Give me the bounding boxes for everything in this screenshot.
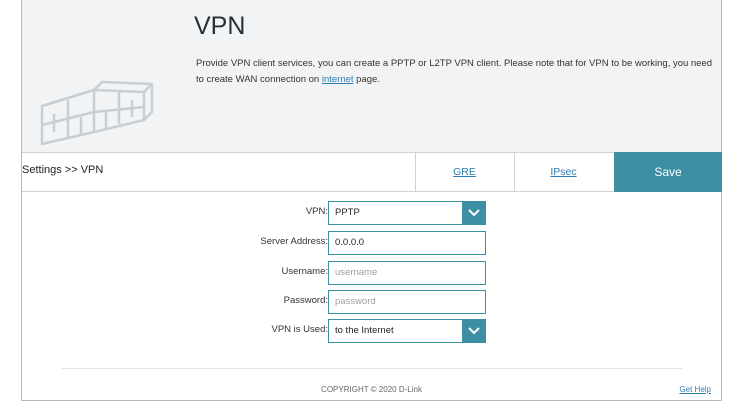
page-title: VPN <box>194 12 246 40</box>
server-address-label: Server Address: <box>260 236 328 247</box>
breadcrumb: Settings >> VPN <box>22 164 104 176</box>
username-input[interactable]: username <box>328 261 486 285</box>
brick-wall-icon <box>40 80 154 146</box>
get-help-link[interactable]: Get Help <box>679 385 711 394</box>
header-banner: VPN Provide VPN client services, you can… <box>22 0 721 152</box>
vpn-select-value: PPTP <box>335 207 360 218</box>
vpn-row: VPN: PPTP <box>22 201 721 225</box>
chevron-down-icon[interactable] <box>462 319 486 343</box>
password-row: Password: password <box>22 290 721 314</box>
username-label: Username: <box>281 266 328 277</box>
save-button[interactable]: Save <box>614 152 722 192</box>
password-label: Password: <box>283 295 328 306</box>
vpn-used-row: VPN is Used: to the Internet <box>22 319 721 343</box>
copyright-text: COPYRIGHT © 2020 D-Link <box>321 385 422 394</box>
tab-ipsec[interactable]: IPsec <box>514 152 612 192</box>
description-text-end: page. <box>353 74 380 85</box>
page-description: Provide VPN client services, you can cre… <box>196 56 721 88</box>
tab-gre[interactable]: GRE <box>415 152 513 192</box>
page-frame: VPN Provide VPN client services, you can… <box>21 0 722 401</box>
vpn-used-select[interactable]: to the Internet <box>328 319 486 343</box>
vpn-used-label: VPN is Used: <box>271 324 329 335</box>
username-row: Username: username <box>22 261 721 285</box>
description-text: Provide VPN client services, you can cre… <box>196 58 713 85</box>
password-input[interactable]: password <box>328 290 486 314</box>
chevron-down-icon[interactable] <box>462 201 486 225</box>
server-address-input[interactable]: 0.0.0.0 <box>328 231 486 255</box>
vpn-label: VPN: <box>305 206 328 217</box>
footer-divider <box>62 368 682 369</box>
vpn-used-select-value: to the Internet <box>335 325 394 336</box>
tab-bar: Settings >> VPN GRE IPsec Save <box>22 152 722 192</box>
server-address-row: Server Address: 0.0.0.0 <box>22 231 721 255</box>
vpn-select[interactable]: PPTP <box>328 201 486 225</box>
internet-link[interactable]: internet <box>322 74 354 85</box>
